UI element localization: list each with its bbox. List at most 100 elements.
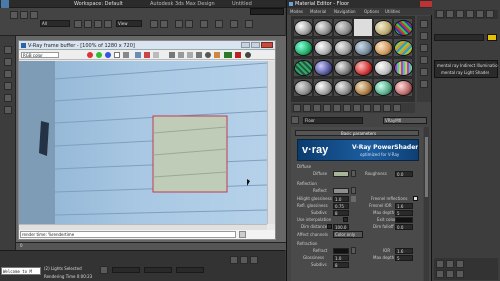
sample-slot[interactable]: [373, 18, 393, 37]
maxscript-listener[interactable]: Welcome to M: [1, 267, 41, 275]
mat-titlebar[interactable]: Material Editor - Floor: [287, 0, 433, 8]
sample-slot[interactable]: [313, 18, 333, 37]
vfb-maximize-button[interactable]: [251, 42, 260, 48]
selection-filter-dropdown[interactable]: All: [40, 20, 70, 27]
vfb-channel-dropdown[interactable]: RGB color: [21, 52, 59, 58]
snap-icon[interactable]: [150, 20, 158, 28]
sample-slot[interactable]: [393, 78, 413, 97]
diffuse-map-button[interactable]: [351, 170, 356, 177]
render-icon[interactable]: [245, 20, 253, 28]
diffuse-color-swatch[interactable]: [333, 171, 349, 177]
sample-slot[interactable]: [393, 18, 413, 37]
max-depth-spinner[interactable]: 5: [395, 210, 413, 216]
link-icon[interactable]: [30, 11, 38, 19]
vfb-save-icon[interactable]: [135, 52, 141, 58]
vfb-mono-icon[interactable]: [123, 52, 129, 58]
next-frame-icon[interactable]: [250, 256, 258, 264]
vfb-region-icon[interactable]: [169, 52, 175, 58]
vfb-lens-icon[interactable]: [205, 52, 211, 58]
sample-slot[interactable]: [293, 58, 313, 77]
hilight-lock-button[interactable]: [351, 196, 356, 202]
sample-slot[interactable]: [313, 38, 333, 57]
get-material-icon[interactable]: [293, 104, 301, 112]
refl-glossiness-spinner[interactable]: 0.75: [333, 203, 349, 209]
timeline[interactable]: [16, 242, 286, 250]
sample-slot[interactable]: [373, 58, 393, 77]
pan-icon[interactable]: [436, 270, 444, 278]
coord-x-field[interactable]: [112, 267, 140, 273]
coord-y-field[interactable]: [144, 267, 172, 273]
orbit-icon[interactable]: [446, 270, 454, 278]
mat-rollout-scrollbar[interactable]: [424, 127, 429, 281]
key-icon[interactable]: [240, 256, 248, 264]
create-tab-icon[interactable]: [436, 10, 444, 18]
sample-slot[interactable]: [373, 78, 393, 97]
material-id-icon[interactable]: [353, 104, 361, 112]
hierarchy-tab-icon[interactable]: [456, 10, 464, 18]
vfb-vertical-scrollbar[interactable]: [267, 61, 275, 224]
coord-z-field[interactable]: [176, 267, 204, 273]
rotate-icon[interactable]: [94, 20, 102, 28]
fresnel-reflections-checkbox[interactable]: [413, 196, 418, 201]
quick-search-input[interactable]: [250, 8, 284, 15]
glossiness-spinner[interactable]: 1.0: [333, 255, 349, 261]
sample-slot[interactable]: [333, 38, 353, 57]
zoom-icon[interactable]: [436, 260, 444, 268]
graphite-tool-5-icon[interactable]: [4, 94, 12, 102]
sample-slot[interactable]: [313, 78, 333, 97]
ior-spinner[interactable]: 1.6: [395, 248, 413, 254]
reset-map-icon[interactable]: [323, 104, 331, 112]
sample-uv-icon[interactable]: [420, 56, 428, 64]
mat-rollout-panel[interactable]: Basic parameters v·ray V-Ray PowerShader…: [291, 127, 423, 281]
dim-distance-checkbox[interactable]: [327, 224, 332, 229]
graphite-tool-1-icon[interactable]: [4, 46, 12, 54]
redo-icon[interactable]: [20, 11, 28, 19]
sample-slot[interactable]: [393, 38, 413, 57]
vfb-clear-icon[interactable]: [144, 52, 150, 58]
make-unique-icon[interactable]: [333, 104, 341, 112]
background-icon[interactable]: [420, 44, 428, 52]
refract-color-swatch[interactable]: [333, 248, 349, 254]
graphite-tool-2-icon[interactable]: [4, 58, 12, 66]
vfb-render-canvas[interactable]: [19, 61, 267, 224]
vfb-render-time-field[interactable]: render time: %rendertime: [20, 231, 236, 238]
affect-channels-dropdown[interactable]: Color only: [333, 231, 363, 238]
modifier-item[interactable]: mental ray Light Shader: [441, 70, 489, 75]
select-icon[interactable]: [74, 20, 82, 28]
mat-menu-options[interactable]: Options: [364, 9, 379, 14]
go-to-parent-icon[interactable]: [383, 104, 391, 112]
zoom-all-icon[interactable]: [446, 260, 454, 268]
modifier-item[interactable]: mental ray Indirect Illuminatio: [437, 63, 498, 68]
sample-slot[interactable]: [293, 38, 313, 57]
mat-close-button[interactable]: [420, 1, 432, 7]
scale-icon[interactable]: [104, 20, 112, 28]
sample-slot[interactable]: [353, 38, 373, 57]
mat-menu-modes[interactable]: Modes: [290, 9, 303, 14]
move-icon[interactable]: [84, 20, 92, 28]
sample-slot-selected[interactable]: [353, 18, 373, 37]
vfb-minimize-button[interactable]: [241, 42, 250, 48]
mirror-icon[interactable]: [175, 20, 183, 28]
sample-slot[interactable]: [333, 78, 353, 97]
show-end-result-icon[interactable]: [373, 104, 381, 112]
sample-slot[interactable]: [313, 58, 333, 77]
refract-map-button[interactable]: [351, 247, 356, 254]
layer-icon[interactable]: [200, 20, 208, 28]
sample-type-icon[interactable]: [420, 20, 428, 28]
sample-slot[interactable]: [373, 38, 393, 57]
dim-distance-spinner[interactable]: 100.0: [333, 224, 349, 230]
align-icon[interactable]: [185, 20, 193, 28]
vfb-stamp-icon[interactable]: [239, 231, 246, 238]
section-basic-parameters[interactable]: Basic parameters: [295, 130, 419, 136]
backlight-icon[interactable]: [420, 32, 428, 40]
play-icon[interactable]: [230, 256, 238, 264]
graphite-tool-3-icon[interactable]: [4, 70, 12, 78]
roughness-spinner[interactable]: 0.0: [395, 171, 413, 177]
vfb-red-channel-icon[interactable]: [87, 52, 93, 58]
object-color-swatch[interactable]: [487, 34, 497, 41]
sample-slot[interactable]: [353, 78, 373, 97]
put-to-scene-icon[interactable]: [303, 104, 311, 112]
reflect-color-swatch[interactable]: [333, 188, 349, 194]
make-preview-icon[interactable]: [420, 80, 428, 88]
sample-slot[interactable]: [293, 78, 313, 97]
